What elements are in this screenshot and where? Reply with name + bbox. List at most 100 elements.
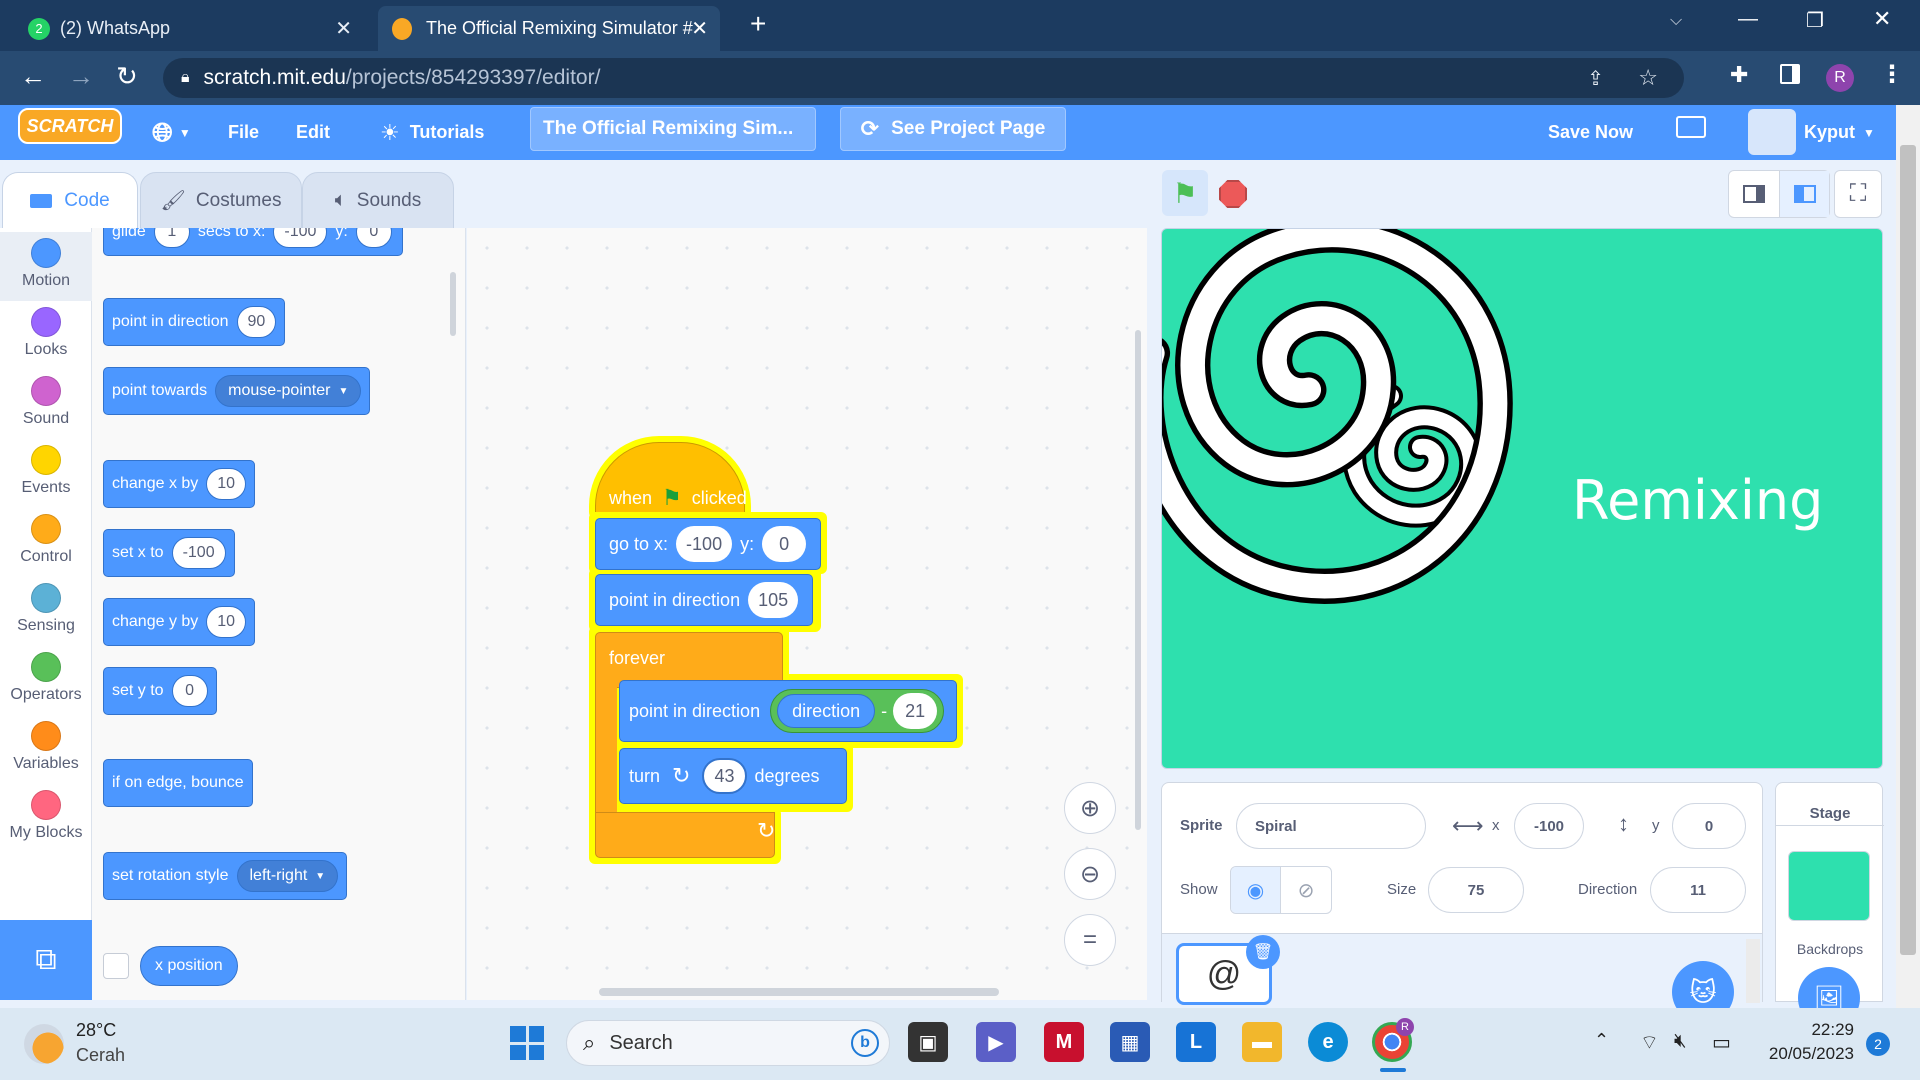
bookmark-star-icon[interactable]: ☆ xyxy=(1638,65,1658,91)
point-direction-block[interactable]: point in direction 105 xyxy=(609,582,806,618)
close-window-button[interactable]: ✕ xyxy=(1873,6,1891,32)
weather-icon[interactable] xyxy=(24,1024,64,1064)
browser-menu-icon[interactable]: ⋮ xyxy=(1880,60,1904,89)
forever-block[interactable]: forever xyxy=(609,640,665,676)
clock-date[interactable]: 20/05/2023 xyxy=(1750,1044,1854,1064)
show-eye-icon[interactable]: ◉ xyxy=(1231,867,1281,913)
block-input[interactable]: 10 xyxy=(206,468,247,500)
green-flag-button[interactable]: ⚑ xyxy=(1162,170,1208,216)
stage-canvas[interactable]: Remixing xyxy=(1161,228,1883,769)
size-input[interactable]: 75 xyxy=(1428,867,1524,913)
sprite-name-input[interactable]: Spiral xyxy=(1236,803,1426,849)
when-flag-clicked-block[interactable]: when ⚑ clicked xyxy=(609,480,747,516)
inner-point-direction-block[interactable]: point in direction direction - 21 xyxy=(629,689,945,733)
tab-search-icon[interactable]: ⌵ xyxy=(1670,12,1682,30)
fullscreen-button[interactable]: ⛶ xyxy=(1834,170,1882,218)
block-input[interactable]: -100 xyxy=(273,228,328,248)
palette-glide-block[interactable]: glide 1 secs to x: -100 y: 0 xyxy=(103,228,403,256)
tab-sounds[interactable]: 🔈︎ Sounds xyxy=(302,172,454,229)
palette-rotation-style-block[interactable]: set rotation style left-right ▼ xyxy=(103,852,348,900)
task-view-icon[interactable]: ▣ xyxy=(908,1022,948,1062)
category-sensing[interactable]: Sensing xyxy=(0,577,92,646)
teams-chat-icon[interactable]: ▶ xyxy=(976,1022,1016,1062)
edit-menu[interactable]: Edit xyxy=(296,105,330,160)
my-stuff-folder-icon[interactable] xyxy=(1676,116,1706,138)
new-tab-button[interactable]: + xyxy=(750,8,766,40)
sprite-list-scrollbar[interactable] xyxy=(1746,939,1760,1003)
goto-xy-block[interactable]: go to x: -100 y: 0 xyxy=(609,526,814,562)
reload-icon[interactable]: ↻ xyxy=(116,61,138,92)
tab-whatsapp[interactable]: 2 (2) WhatsApp ✕ xyxy=(14,6,364,51)
scratch-logo[interactable]: SCRATCH xyxy=(18,108,122,144)
edge-icon[interactable]: e xyxy=(1308,1022,1348,1062)
user-avatar[interactable] xyxy=(1748,109,1796,155)
palette-x-position-reporter[interactable]: x position xyxy=(140,946,238,986)
store-icon[interactable]: ▦ xyxy=(1110,1022,1150,1062)
palette-point-towards-block[interactable]: point towards mouse-pointer ▼ xyxy=(103,367,371,415)
block-input[interactable]: 90 xyxy=(236,306,277,338)
small-stage-icon[interactable] xyxy=(1729,171,1779,217)
script-area[interactable]: when ⚑ clicked go to x: -100 y: 0 point in di… xyxy=(467,228,1147,1000)
block-dropdown[interactable]: left-right ▼ xyxy=(236,860,339,892)
palette-point-direction-block[interactable]: point in direction 90 xyxy=(103,298,286,346)
block-input[interactable]: 1 xyxy=(153,228,190,248)
profile-avatar[interactable]: R xyxy=(1826,64,1854,92)
block-input[interactable]: 0 xyxy=(355,228,392,248)
windows-start-icon[interactable] xyxy=(510,1026,544,1060)
save-now-button[interactable]: Save Now xyxy=(1548,105,1633,160)
category-looks[interactable]: Looks xyxy=(0,301,92,370)
category-sound[interactable]: Sound xyxy=(0,370,92,439)
close-tab-icon[interactable]: ✕ xyxy=(691,16,708,41)
script-vscrollbar[interactable] xyxy=(1135,330,1141,830)
sidepanel-icon[interactable] xyxy=(1780,64,1800,84)
page-scrollbar[interactable] xyxy=(1896,105,1920,1008)
category-motion[interactable]: Motion xyxy=(0,232,92,301)
y-input[interactable]: 0 xyxy=(1672,803,1746,849)
normal-stage-icon[interactable] xyxy=(1779,171,1829,217)
share-icon[interactable]: ⇪ xyxy=(1587,66,1604,91)
category-control[interactable]: Control xyxy=(0,508,92,577)
block-input[interactable]: -100 xyxy=(171,537,226,569)
category-my-blocks[interactable]: My Blocks xyxy=(0,784,92,853)
add-extension-button[interactable]: ⧉ xyxy=(0,920,92,1000)
palette-bounce-block[interactable]: if on edge, bounce xyxy=(103,759,253,807)
palette-change-x-block[interactable]: change x by 10 xyxy=(103,460,256,508)
url-bar[interactable]: 🔒︎ scratch.mit.edu /projects/854293397/e… xyxy=(163,58,1684,98)
tab-scratch[interactable]: The Official Remixing Simulator # ✕ xyxy=(378,6,720,51)
turn-input[interactable]: 43 xyxy=(702,758,747,794)
hide-eye-icon[interactable]: ⊘ xyxy=(1280,867,1331,913)
weather-temp[interactable]: 28°C xyxy=(76,1020,116,1041)
block-input[interactable]: 0 xyxy=(171,675,208,707)
palette-change-y-block[interactable]: change y by 10 xyxy=(103,598,256,646)
stop-sign-button[interactable] xyxy=(1219,180,1247,208)
turn-degrees-block[interactable]: turn ↻ 43 degrees xyxy=(629,758,820,794)
xpos-checkbox[interactable] xyxy=(103,953,129,979)
direction-reporter[interactable]: direction xyxy=(777,694,876,728)
minus-operator-block[interactable]: direction - 21 xyxy=(770,689,945,733)
direction-input[interactable]: 11 xyxy=(1650,867,1746,913)
delete-sprite-button[interactable]: 🗑︎ xyxy=(1246,935,1280,969)
stage-size-toggle[interactable] xyxy=(1728,170,1830,218)
operator-input[interactable]: 21 xyxy=(893,693,938,729)
stage-thumbnail[interactable] xyxy=(1788,851,1870,921)
visibility-toggle[interactable]: ◉ ⊘ xyxy=(1230,866,1332,914)
file-explorer-icon[interactable]: ▬ xyxy=(1242,1022,1282,1062)
goto-x-input[interactable]: -100 xyxy=(676,526,733,562)
close-tab-icon[interactable]: ✕ xyxy=(335,16,352,41)
block-input[interactable]: 10 xyxy=(206,606,247,638)
goto-y-input[interactable]: 0 xyxy=(762,526,807,562)
category-variables[interactable]: Variables xyxy=(0,715,92,784)
zoom-in-button[interactable]: ⊕ xyxy=(1064,782,1116,834)
notification-badge[interactable]: 2 xyxy=(1866,1032,1890,1056)
category-events[interactable]: Events xyxy=(0,439,92,508)
taskbar-search[interactable]: ⌕ Search b xyxy=(566,1020,890,1066)
account-menu[interactable]: Kyput ▼ xyxy=(1804,105,1875,160)
mcafee-icon[interactable]: M xyxy=(1044,1022,1084,1062)
project-title-input[interactable]: The Official Remixing Sim... xyxy=(530,107,816,151)
restore-button[interactable]: ❐ xyxy=(1806,8,1824,33)
language-menu[interactable]: 🌐︎ ▼ xyxy=(152,105,191,160)
see-project-page-button[interactable]: ⟳ See Project Page xyxy=(840,107,1066,151)
muted-speaker-icon[interactable]: 🔇︎ xyxy=(1674,1030,1687,1053)
tab-costumes[interactable]: 🖌︎ Costumes xyxy=(140,172,302,229)
wifi-icon[interactable]: ⌔ xyxy=(1640,1030,1659,1055)
